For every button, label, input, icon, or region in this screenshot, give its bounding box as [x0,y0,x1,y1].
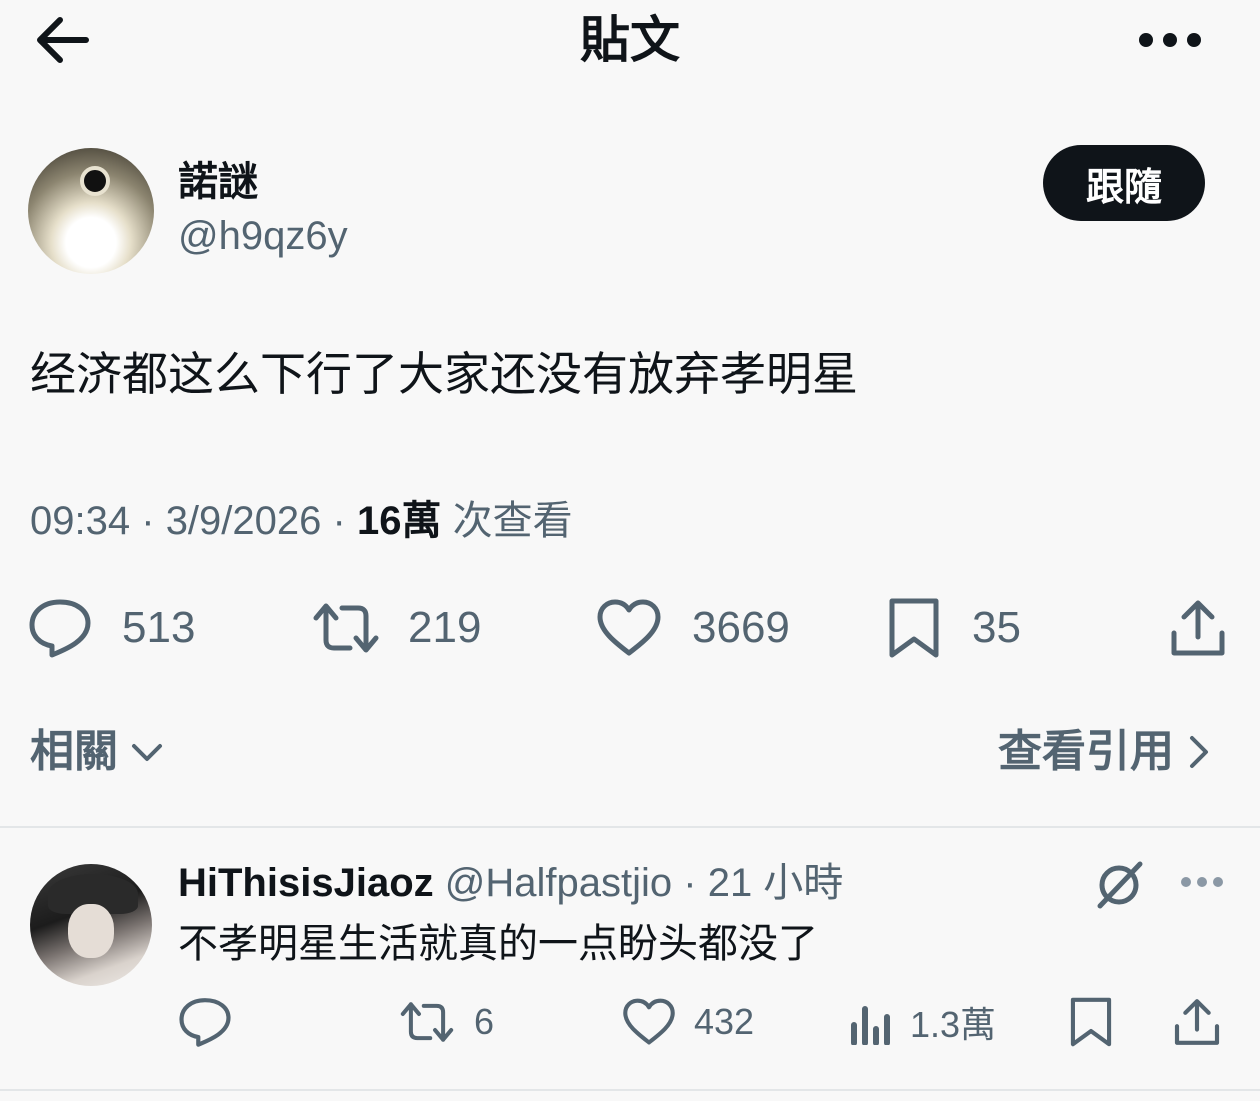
reply-retweet-button[interactable]: 6 [398,994,494,1050]
reply-text: 不孝明星生活就真的一点盼头都没了 [178,922,818,966]
bookmark-button[interactable]: 35 [886,593,1021,663]
heart-icon [597,599,661,656]
reply-views-button[interactable]: 1.3萬 [848,994,996,1050]
bookmark-icon [1070,997,1112,1047]
page-title: 貼文 [580,12,680,68]
post-date[interactable]: 3/9/2026 [166,499,322,543]
reply-time[interactable]: 21 小時 [708,861,844,905]
reply-button[interactable]: 513 [28,593,195,663]
more-horizontal-icon [1181,877,1223,887]
analytics-icon [851,1006,890,1045]
reply-avatar[interactable] [30,864,152,986]
retweet-icon [400,1002,454,1042]
divider [0,1089,1260,1091]
reply-icon [179,998,231,1047]
grok-icon [1097,861,1143,909]
more-horizontal-icon [1139,33,1201,47]
grok-button[interactable] [1092,858,1146,912]
author-handle[interactable]: @h9qz6y [178,212,348,260]
reply-retweet-count: 6 [474,1001,495,1042]
bookmark-count: 35 [972,603,1021,652]
views-count: 16萬 [356,499,442,543]
reply-author-name[interactable]: HiThisisJiaoz [178,861,434,905]
follow-button[interactable]: 跟隨 [1043,145,1205,221]
bookmark-icon [889,598,939,658]
author-name[interactable]: 諾謎 [178,158,258,206]
related-dropdown[interactable]: 相關 [30,722,164,782]
retweet-count: 219 [408,603,482,652]
reply-header: HiThisisJiaoz @Halfpastjio · 21 小時 [178,858,843,908]
chevron-down-icon [132,744,162,761]
post-text: 经济都这么下行了大家还没有放弃孝明星 [30,348,858,400]
reply-reply-button[interactable] [178,994,232,1050]
reply-separator: · [683,861,697,905]
retweet-button[interactable]: 219 [310,593,481,663]
reply-more-button[interactable] [1178,870,1226,894]
reply-count: 513 [122,603,196,652]
reply-bookmark-button[interactable] [1068,994,1114,1050]
share-icon [1174,999,1220,1045]
post-time[interactable]: 09:34 [30,499,130,543]
meta-separator: · [141,499,155,543]
reply-author-handle[interactable]: @Halfpastjio [445,861,672,905]
heart-icon [623,998,675,1045]
share-button[interactable] [1168,593,1228,663]
share-icon [1171,600,1225,656]
like-button[interactable]: 3669 [596,593,790,663]
reply-like-count: 432 [694,1001,755,1042]
related-label: 相關 [30,727,118,776]
post-meta: 09:34 · 3/9/2026 · 16萬 次查看 [30,496,573,546]
more-button[interactable] [1130,26,1210,54]
arrow-left-icon [37,17,89,63]
meta-separator: · [332,499,346,543]
chevron-right-icon [1190,736,1208,768]
back-button[interactable] [30,12,94,68]
divider [0,826,1260,828]
reply-icon [29,599,91,658]
reply-share-button[interactable] [1172,994,1222,1050]
retweet-icon [313,603,379,653]
reply-like-button[interactable]: 432 [622,994,754,1050]
views-label: 次查看 [452,499,573,543]
author-avatar[interactable] [28,148,154,274]
quotes-label: 查看引用 [998,727,1174,776]
reply-view-count: 1.3萬 [910,1004,997,1045]
like-count: 3669 [692,603,790,652]
view-quotes-link[interactable]: 查看引用 [998,722,1210,782]
